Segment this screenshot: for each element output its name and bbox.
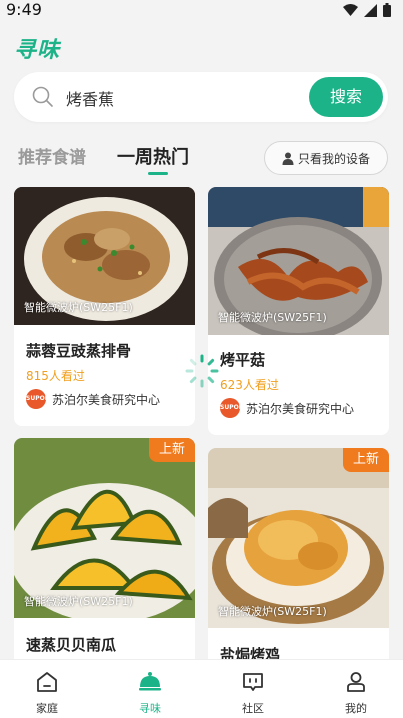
recipe-title: 烤平菇 bbox=[220, 351, 266, 369]
active-tab-indicator bbox=[148, 172, 168, 175]
tab-weekly-hot[interactable]: 一周热门 bbox=[117, 146, 189, 170]
author-avatar: SUPOR bbox=[220, 398, 243, 418]
recipe-card[interactable]: 上新 智能微波炉(SW25F1) 盐焗烤鸡 bbox=[208, 448, 389, 668]
loading-spinner-icon bbox=[185, 354, 219, 388]
app-logo: 寻味 bbox=[14, 38, 61, 63]
recipe-views: 815人看过 bbox=[26, 369, 85, 383]
status-bar: 9:49 bbox=[0, 0, 403, 22]
search-button[interactable]: 搜索 bbox=[309, 77, 383, 117]
chat-icon bbox=[243, 673, 263, 691]
wifi-icon bbox=[343, 3, 358, 16]
home-icon bbox=[37, 672, 57, 692]
bottom-nav: 家庭 寻味 社区 我的 bbox=[0, 659, 403, 718]
device-tag: 智能微波炉(SW25F1) bbox=[24, 301, 133, 314]
author-name: 苏泊尔美食研究中心 bbox=[246, 401, 355, 416]
author-avatar: SUPOR bbox=[26, 389, 49, 409]
recipe-title: 速蒸贝贝南瓜 bbox=[26, 636, 117, 654]
recipe-title: 蒜蓉豆豉蒸排骨 bbox=[26, 342, 132, 360]
recipe-card[interactable]: 上新 智能微波炉(SW25F1) 速蒸贝贝南瓜 bbox=[14, 438, 195, 668]
recipe-author: SUPOR 苏泊尔美食研究中心 bbox=[220, 398, 354, 418]
nav-community[interactable]: 社区 bbox=[213, 660, 293, 718]
battery-icon bbox=[383, 3, 391, 17]
search-icon bbox=[32, 86, 53, 107]
device-tag: 智能微波炉(SW25F1) bbox=[24, 595, 133, 608]
nav-label: 寻味 bbox=[139, 702, 161, 715]
recipe-card[interactable]: 智能微波炉(SW25F1) 烤平菇 623人看过 SUPOR 苏泊尔美食研究中心 bbox=[208, 187, 389, 435]
device-tag: 智能微波炉(SW25F1) bbox=[218, 605, 327, 618]
cloche-icon bbox=[139, 672, 161, 691]
search-bar: 搜索 bbox=[14, 72, 388, 122]
nav-label: 家庭 bbox=[36, 702, 58, 715]
nav-home[interactable]: 家庭 bbox=[7, 660, 87, 718]
recipe-views: 623人看过 bbox=[220, 378, 279, 392]
new-badge: 上新 bbox=[343, 448, 389, 472]
person-icon bbox=[282, 152, 294, 165]
nav-label: 我的 bbox=[345, 702, 367, 715]
my-devices-filter-label: 只看我的设备 bbox=[297, 151, 370, 166]
status-icons bbox=[343, 3, 391, 17]
user-icon bbox=[347, 672, 365, 692]
nav-profile[interactable]: 我的 bbox=[316, 660, 396, 718]
device-tag: 智能微波炉(SW25F1) bbox=[218, 311, 327, 324]
search-input[interactable] bbox=[64, 84, 308, 112]
signal-icon bbox=[364, 3, 377, 17]
recipe-photo bbox=[208, 448, 389, 628]
nav-discover[interactable]: 寻味 bbox=[110, 660, 190, 718]
status-time: 9:49 bbox=[6, 0, 42, 19]
my-devices-filter-button[interactable]: 只看我的设备 bbox=[264, 141, 388, 175]
recipe-card[interactable]: 智能微波炉(SW25F1) 蒜蓉豆豉蒸排骨 815人看过 SUPOR 苏泊尔美食… bbox=[14, 187, 195, 426]
tab-recommended-recipes[interactable]: 推荐食谱 bbox=[18, 146, 86, 170]
nav-label: 社区 bbox=[242, 702, 264, 715]
recipe-author: SUPOR 苏泊尔美食研究中心 bbox=[26, 389, 160, 409]
new-badge: 上新 bbox=[149, 438, 195, 462]
recipe-photo bbox=[14, 438, 195, 618]
author-name: 苏泊尔美食研究中心 bbox=[52, 392, 161, 407]
